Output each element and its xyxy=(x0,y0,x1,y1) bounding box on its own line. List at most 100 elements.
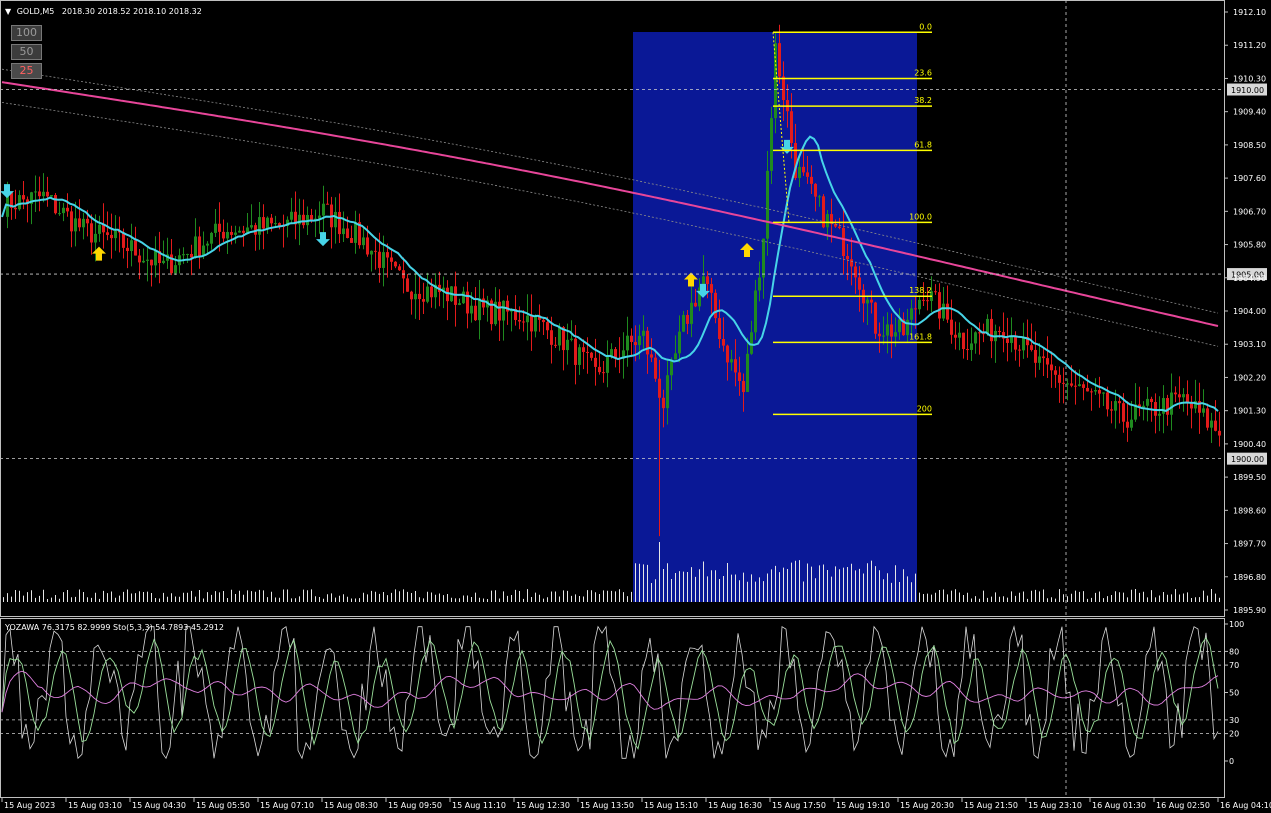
bear-bar xyxy=(302,214,305,226)
bull-bar xyxy=(1094,390,1097,392)
bear-bar xyxy=(138,255,141,263)
bull-bar xyxy=(502,300,505,321)
bear-bar xyxy=(554,344,557,346)
time-tick-label: 15 Aug 12:30 xyxy=(516,801,570,810)
bull-bar xyxy=(458,303,461,305)
bear-bar xyxy=(1018,349,1021,351)
bear-bar xyxy=(466,291,469,314)
ohlc-values: 2018.30 2018.52 2018.10 2018.32 xyxy=(62,7,202,16)
price-tick-label: 1903.10 xyxy=(1233,340,1266,349)
bull-bar xyxy=(674,353,677,360)
bull-bar xyxy=(94,233,97,243)
bear-bar xyxy=(90,223,93,243)
zoom-50-button[interactable]: 50 xyxy=(11,44,42,60)
bull-bar xyxy=(322,203,325,216)
bull-bar xyxy=(1038,356,1041,363)
bear-bar xyxy=(734,359,737,373)
fib-level-label: 61.8 xyxy=(914,140,932,149)
bear-bar xyxy=(870,299,873,303)
bull-bar xyxy=(1170,392,1173,415)
bear-bar xyxy=(326,203,329,205)
oscillator-level-label: 0 xyxy=(1229,757,1234,766)
bull-bar xyxy=(898,319,901,333)
bear-bar xyxy=(66,207,69,212)
bull-bar xyxy=(62,207,65,214)
bull-bar xyxy=(1210,420,1213,428)
bull-bar xyxy=(986,318,989,334)
bear-bar xyxy=(938,292,941,319)
bull-bar xyxy=(186,253,189,255)
bull-bar xyxy=(1114,401,1117,411)
symbol-label: GOLD,M5 xyxy=(17,7,55,16)
bear-bar xyxy=(546,322,549,331)
bull-bar xyxy=(414,293,417,300)
bear-bar xyxy=(1058,374,1061,383)
bear-bar xyxy=(1166,398,1169,415)
bull-bar xyxy=(910,308,913,320)
bear-bar xyxy=(878,333,881,337)
bull-bar xyxy=(34,191,37,193)
bear-bar xyxy=(394,261,397,267)
bear-bar xyxy=(242,230,245,233)
bull-bar xyxy=(58,213,61,215)
bear-bar xyxy=(1126,421,1129,428)
bear-bar xyxy=(230,231,233,235)
bear-bar xyxy=(78,218,81,228)
bear-bar xyxy=(1178,394,1181,398)
bear-bar xyxy=(926,300,929,302)
bear-bar xyxy=(218,223,221,232)
bear-bar xyxy=(518,319,521,322)
bear-bar xyxy=(350,238,353,243)
bear-bar xyxy=(634,341,637,346)
time-tick-label: 15 Aug 21:50 xyxy=(964,801,1018,810)
bull-bar xyxy=(470,305,473,314)
oscillator-level-label: 100 xyxy=(1229,620,1244,629)
fib-level-label: 38.2 xyxy=(914,96,932,105)
menu-chevron-icon: ▼ xyxy=(5,7,12,16)
zoom-25-button[interactable]: 25 xyxy=(11,63,42,79)
bear-bar xyxy=(602,372,605,374)
bear-bar xyxy=(590,352,593,358)
bear-bar xyxy=(190,253,193,258)
bull-bar xyxy=(82,218,85,228)
bear-bar xyxy=(1086,387,1089,392)
bull-bar xyxy=(642,330,645,336)
price-tick-label: 1904.00 xyxy=(1233,307,1266,316)
price-tick-label: 1910.30 xyxy=(1233,74,1266,83)
bear-bar xyxy=(1006,338,1009,343)
bear-bar xyxy=(814,183,817,197)
bull-bar xyxy=(958,332,961,338)
bull-bar xyxy=(746,353,749,393)
indicator-header: YOZAWA 76.3175 82.9999 Sto(5,3,3) 54.789… xyxy=(4,623,224,632)
trading-chart[interactable]: 0.023.638.261.8100.0138.2161.8200 1910.0… xyxy=(0,0,1271,813)
bear-bar xyxy=(198,236,201,257)
bull-bar xyxy=(142,260,145,263)
bull-bar xyxy=(370,250,373,255)
bull-bar xyxy=(98,224,101,234)
bear-bar xyxy=(1054,370,1057,375)
oscillator-level-label: 70 xyxy=(1229,661,1239,670)
bull-bar xyxy=(754,290,757,333)
bear-bar xyxy=(86,218,89,224)
time-tick-label: 15 Aug 20:30 xyxy=(900,801,954,810)
bull-bar xyxy=(426,286,429,302)
bear-bar xyxy=(1206,408,1209,428)
bear-bar xyxy=(1154,402,1157,416)
bear-bar xyxy=(586,351,589,353)
price-tick-label: 1895.90 xyxy=(1233,606,1266,615)
bull-bar xyxy=(678,331,681,354)
bear-bar xyxy=(978,332,981,334)
zoom-100-button[interactable]: 100 xyxy=(11,25,42,41)
bear-bar xyxy=(782,76,785,101)
price-tick-label: 1911.20 xyxy=(1233,41,1266,50)
bull-bar xyxy=(1202,408,1205,413)
bear-bar xyxy=(482,298,485,308)
bull-bar xyxy=(362,237,365,246)
bull-bar xyxy=(1022,336,1025,351)
bull-bar xyxy=(770,118,773,171)
bear-bar xyxy=(890,324,893,337)
bull-bar xyxy=(290,211,293,220)
bear-bar xyxy=(950,319,953,335)
bear-bar xyxy=(922,299,925,301)
bull-bar xyxy=(1102,392,1105,394)
